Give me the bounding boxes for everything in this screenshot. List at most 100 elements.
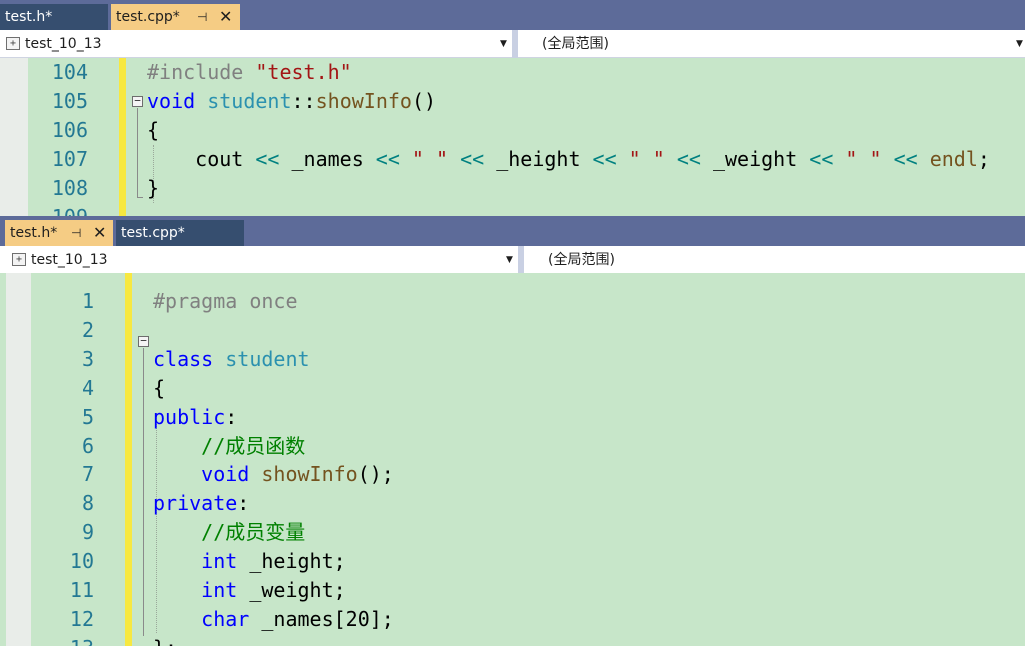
code-editor[interactable]: − 1 #pragma once 2 3 class student 4{5 public:…: [0, 273, 1025, 646]
code-text: {: [153, 374, 165, 403]
tab-test-h[interactable]: test.h* ⊣ ✕: [5, 220, 113, 246]
code-line[interactable]: 1 #pragma once: [0, 287, 1025, 316]
code-token: #pragma once: [153, 289, 298, 313]
code-token: ;: [977, 147, 990, 171]
tab-test-cpp[interactable]: test.cpp* ⊣ ✕: [111, 4, 240, 30]
code-text: //成员变量: [153, 518, 305, 547]
code-text: private:: [153, 489, 249, 518]
code-token: showInfo: [261, 462, 358, 487]
line-number: 106: [51, 118, 88, 142]
code-line[interactable]: 10 int _height;: [0, 547, 1025, 576]
code-line[interactable]: 109: [0, 203, 1025, 216]
pin-icon[interactable]: ⊣: [71, 220, 81, 246]
code-token: cout: [147, 147, 256, 171]
tab-label: test.h*: [10, 225, 58, 241]
line-number: 107: [51, 147, 88, 171]
line-number: 4: [81, 375, 94, 400]
code-text: {: [147, 116, 159, 145]
code-line[interactable]: 106 {: [0, 116, 1025, 145]
code-token: showInfo: [315, 89, 412, 113]
code-editor[interactable]: − 104 #include "test.h" 105 void student::s…: [0, 58, 1025, 216]
code-token: #include: [147, 60, 256, 84]
code-token: class: [153, 346, 226, 371]
code-token: _height;: [249, 549, 346, 574]
tab-test-cpp[interactable]: test.cpp*: [116, 220, 244, 246]
code-token: _height: [496, 147, 593, 171]
code-token: char: [153, 606, 262, 631]
navigation-bar: + test_10_13 ▼ (全局范围): [0, 246, 1025, 274]
line-number: 12: [69, 606, 94, 631]
code-line[interactable]: 13};: [0, 634, 1025, 646]
code-line[interactable]: 9 //成员变量: [0, 518, 1025, 547]
chevron-down-icon: ▼: [506, 255, 513, 265]
code-text: class student: [153, 345, 310, 374]
code-line[interactable]: 4{: [0, 374, 1025, 403]
scope-dropdown[interactable]: (全局范围): [524, 246, 1025, 274]
code-token: <<: [676, 147, 713, 171]
code-token: ();: [357, 462, 394, 487]
code-token: int: [153, 549, 250, 574]
line-number: 6: [81, 433, 94, 458]
code-line[interactable]: 2: [0, 316, 1025, 345]
code-line[interactable]: 6 //成员函数: [0, 432, 1025, 461]
code-line[interactable]: 8 private:: [0, 489, 1025, 518]
code-line[interactable]: 3 class student: [0, 345, 1025, 374]
code-line[interactable]: 105 void student::showInfo(): [0, 87, 1025, 116]
code-text: char _names[20];: [153, 605, 394, 634]
close-icon[interactable]: ✕: [219, 4, 232, 30]
scope-dropdown[interactable]: (全局范围) ▼: [518, 30, 1025, 58]
code-token: :: [225, 404, 238, 429]
code-token: public: [153, 404, 226, 429]
line-number: 104: [51, 60, 88, 84]
line-number: 109: [30, 203, 88, 216]
project-dropdown[interactable]: + test_10_13 ▼: [0, 30, 512, 58]
tab-label: test.cpp*: [121, 225, 185, 241]
line-number: 8: [81, 491, 94, 516]
line-number: 2: [81, 317, 94, 342]
code-token: _weight: [712, 147, 810, 171]
code-line[interactable]: 7 void showInfo();: [0, 460, 1025, 489]
code-token: endl: [929, 147, 978, 171]
line-number: 108: [51, 176, 88, 200]
code-line[interactable]: 104 #include "test.h": [0, 58, 1025, 87]
code-token: <<: [592, 147, 629, 171]
tab-strip: test.h* ⊣ ✕ test.cpp*: [0, 216, 1025, 246]
code-token: :: [237, 491, 250, 516]
code-token: <<: [460, 147, 497, 171]
code-token: <<: [375, 147, 412, 171]
line-number: 1: [81, 289, 94, 313]
code-token: _weight;: [249, 578, 346, 602]
project-dropdown[interactable]: + test_10_13 ▼: [6, 246, 518, 274]
line-number: 7: [81, 462, 94, 487]
code-text: int _weight;: [153, 576, 346, 605]
code-token: _names: [291, 147, 376, 171]
code-token: <<: [809, 147, 846, 171]
code-text: #pragma once: [153, 287, 298, 316]
code-token: //成员变量: [153, 520, 306, 545]
code-token: " ": [411, 147, 461, 171]
code-token: " ": [845, 147, 894, 171]
code-token: _names[20];: [261, 606, 394, 631]
code-line[interactable]: 12 char _names[20];: [0, 605, 1025, 634]
code-text: cout << _names << " " << _height << " " …: [147, 145, 990, 174]
code-token: student: [225, 346, 310, 371]
pin-icon[interactable]: ⊣: [197, 4, 207, 30]
chevron-down-icon: ▼: [500, 39, 507, 49]
code-token: "test.h": [255, 60, 352, 84]
code-line[interactable]: 108}: [0, 174, 1025, 203]
code-token: int: [153, 578, 250, 602]
chevron-down-icon: ▼: [1016, 39, 1023, 49]
code-text: };: [153, 634, 177, 646]
code-token: }: [147, 176, 160, 200]
close-icon[interactable]: ✕: [93, 220, 106, 246]
code-text: public:: [153, 403, 237, 432]
code-line[interactable]: 107 cout << _names << " " << _height << …: [0, 145, 1025, 174]
code-text: #include "test.h": [147, 58, 352, 87]
code-line[interactable]: 5 public:: [0, 403, 1025, 432]
code-token: void: [147, 89, 208, 113]
tab-label: test.h*: [5, 9, 53, 25]
line-number: 5: [81, 404, 94, 429]
code-token: (): [411, 89, 437, 113]
tab-test-h[interactable]: test.h*: [0, 4, 108, 30]
code-line[interactable]: 11 int _weight;: [0, 576, 1025, 605]
